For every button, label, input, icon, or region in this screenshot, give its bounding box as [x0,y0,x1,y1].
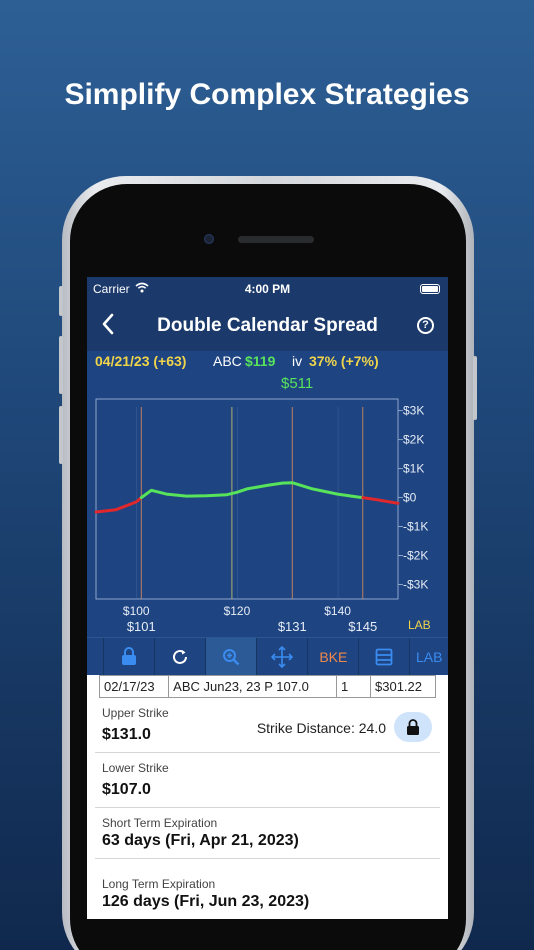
long-expiration-value: 126 days (Fri, Jun 23, 2023) [102,893,310,910]
y-tick-label: $1K [403,462,424,476]
strike-lock-button[interactable] [394,712,432,742]
move-icon [271,645,294,668]
chart-iv-label: iv [292,353,302,369]
y-tick-label: -$3K [403,578,428,592]
lower-strike-field[interactable]: Lower Strike $107.0 [95,753,440,808]
chart-toolbar: BKE LAB [87,637,448,675]
upper-strike-field[interactable]: Upper Strike $131.0 Strike Distance: 24.… [95,698,440,753]
y-tick-label: $3K [403,404,424,418]
refresh-button[interactable] [154,638,205,675]
breakeven-label: $131 [278,619,307,634]
front-camera [204,234,214,244]
move-button[interactable] [256,638,307,675]
x-tick-label: $120 [224,604,251,618]
chart-price: $119 [245,353,276,369]
upper-strike-label: Upper Strike [102,706,169,720]
y-tick-label: $0 [403,491,417,505]
trade-price: $301.22 [370,675,436,698]
chart-corner-label: LAB [408,618,431,632]
earpiece-speaker [238,236,314,243]
status-bar: Carrier 4:00 PM [87,277,448,301]
bke-button[interactable]: BKE [307,638,358,675]
battery-icon [420,284,440,294]
lock-icon [407,718,419,735]
list-button[interactable] [358,638,409,675]
strike-distance: Strike Distance: 24.0 [256,720,386,736]
profit-line [139,481,365,500]
refresh-icon [173,649,188,664]
trade-description: ABC Jun23, 23 P 107.0 [168,675,338,698]
chart-date: 04/21/23 (+63) [95,353,186,369]
strategy-details: Upper Strike $131.0 Strike Distance: 24.… [95,698,440,919]
app-screen: Carrier 4:00 PM Double Calendar Spread ?… [87,277,448,919]
navigation-bar: Double Calendar Spread ? [87,301,448,351]
breakeven-label: $101 [127,619,156,634]
trade-table: 02/17/23 ABC Jun23, 23 P 107.0 1 $301.22 [98,675,436,698]
loss-line [94,496,143,514]
long-expiration-field[interactable]: Long Term Expiration 126 days (Fri, Jun … [95,859,440,919]
x-tick-label: $140 [324,604,351,618]
long-expiration-label: Long Term Expiration [102,877,216,891]
mute-switch [59,286,63,316]
trade-quantity: 1 [336,675,372,698]
short-expiration-label: Short Term Expiration [102,816,218,830]
power-button [473,356,477,420]
y-tick-label: $2K [403,433,424,447]
x-tick-label: $100 [123,604,150,618]
trade-date: 02/17/23 [98,675,170,698]
loss-line [361,496,400,505]
page-title: Double Calendar Spread [157,315,378,336]
volume-up-button [59,336,63,394]
status-time: 4:00 PM [244,282,291,296]
lab-button[interactable]: LAB [409,638,448,675]
lock-icon [122,647,137,665]
payoff-chart-svg: 04/21/23 (+63) ABC $119 iv 37% (+7%) $51… [94,353,431,634]
y-tick-label: -$1K [403,520,428,534]
lock-button[interactable] [103,638,154,675]
zoom-icon [223,648,240,665]
lower-strike-value: $107.0 [102,781,151,798]
headline: Simplify Complex Strategies [64,78,470,111]
short-expiration-field[interactable]: Short Term Expiration 63 days (Fri, Apr … [95,808,440,859]
chart-iv-value: 37% (+7%) [309,353,379,369]
help-button[interactable]: ? [417,317,434,334]
chart-pl-value: $511 [281,375,313,392]
lower-strike-label: Lower Strike [102,761,169,775]
payoff-chart[interactable]: 04/21/23 (+63) ABC $119 iv 37% (+7%) $51… [87,351,448,637]
breakeven-label: $145 [348,619,377,634]
list-icon [376,648,393,665]
zoom-button[interactable] [205,638,257,675]
table-row[interactable]: 02/17/23 ABC Jun23, 23 P 107.0 1 $301.22 [98,675,436,698]
y-tick-label: -$2K [403,549,428,563]
volume-down-button [59,406,63,464]
short-expiration-value: 63 days (Fri, Apr 21, 2023) [102,832,299,849]
chart-symbol: ABC [213,353,242,369]
